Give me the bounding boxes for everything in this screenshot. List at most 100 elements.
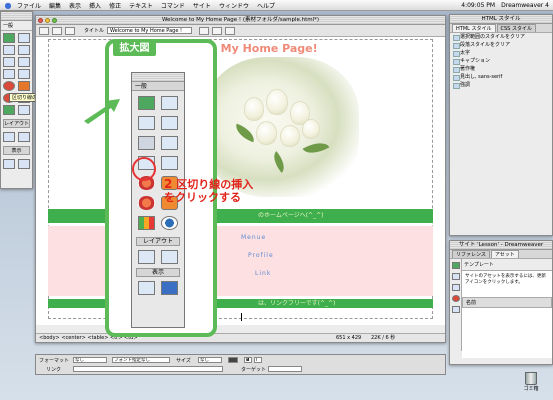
font-select[interactable]: フォント指定なし (112, 357, 170, 363)
trash-icon[interactable] (525, 372, 537, 385)
objects-layout-label: レイアウト (3, 119, 30, 128)
flash-asset-icon[interactable] (452, 295, 460, 302)
style-item[interactable]: 太字 (450, 49, 552, 57)
trash-label: ゴミ箱 (523, 386, 539, 392)
colors-asset-icon[interactable] (452, 273, 460, 280)
site-titlebar[interactable]: サイト 'Lesson' - Dreamweaver (450, 241, 552, 250)
menu-modify[interactable]: 修正 (105, 1, 125, 10)
style-item[interactable]: 段落スタイルをクリア (450, 41, 552, 49)
highlight-circle (132, 157, 156, 181)
trash[interactable]: ゴミ箱 (520, 372, 542, 392)
menu-window[interactable]: ウィンドウ (215, 1, 253, 10)
code-view-button[interactable] (39, 26, 49, 35)
zoomed-server-include-icon (161, 216, 178, 230)
size-select[interactable]: なし (198, 357, 222, 363)
insert-tabular-data-icon[interactable] (17, 45, 30, 55)
name-column-header[interactable]: 名前 (462, 297, 552, 308)
zoomed-line-break-icon (161, 156, 178, 170)
zoomed-draw-table-icon (161, 281, 178, 295)
insert-generator-icon[interactable] (3, 105, 15, 115)
urls-asset-icon[interactable] (452, 284, 460, 291)
link-field[interactable] (73, 366, 223, 372)
annotation-line1: 区切り線の挿入 (176, 178, 254, 191)
design-view-button[interactable] (65, 26, 75, 35)
zoomed-horizontal-rule-icon[interactable] (138, 136, 155, 150)
bold-button[interactable]: B (244, 357, 252, 363)
zoomed-rollover-icon (161, 96, 178, 110)
images-asset-icon[interactable] (452, 262, 460, 269)
format-select[interactable]: なし (73, 357, 107, 363)
preview-button[interactable] (212, 26, 223, 35)
tab-reference[interactable]: リファレンス (452, 250, 490, 258)
menu-edit[interactable]: 編集 (45, 1, 65, 10)
window-size[interactable]: 651 x 429 (336, 334, 361, 343)
italic-button[interactable]: I (254, 357, 262, 363)
minimize-icon[interactable] (45, 18, 50, 23)
menu-link-menue[interactable]: Menue (241, 234, 266, 241)
objects-panel-titlebar[interactable] (1, 12, 32, 21)
enlarged-view-title: 拡大図 (113, 42, 156, 56)
insert-table-icon[interactable] (3, 45, 15, 55)
document-toolbar: タイトル Welcome to My Home Page ! (36, 25, 445, 37)
style-item[interactable]: キャプション (450, 57, 552, 65)
insert-server-include-icon[interactable] (17, 105, 30, 115)
menu-link-link[interactable]: Link (255, 270, 271, 277)
draw-cell-icon[interactable] (3, 159, 15, 169)
html-styles-panel: HTML スタイル HTML スタイル CSS スタイル 選択範囲のスタイルをク… (449, 14, 553, 236)
style-item[interactable]: 選択範囲のスタイルをクリア (450, 33, 552, 41)
status-bar: <body> <center> <table> <tr> <td> 651 x … (36, 333, 445, 342)
document-titlebar[interactable]: Welcome to My Home Page ! (素材フォルダ/sample… (36, 16, 445, 25)
tab-html-styles[interactable]: HTML スタイル (452, 24, 496, 32)
close-icon[interactable] (38, 18, 43, 23)
flower-bouquet-image[interactable] (204, 57, 359, 197)
menu-text[interactable]: テキスト (125, 1, 157, 10)
zoomed-image-icon (138, 96, 155, 110)
menu-link-profile[interactable]: Profile (248, 252, 274, 259)
standard-view-icon[interactable] (3, 132, 15, 142)
split-view-button[interactable] (52, 26, 62, 35)
download-size: 22K / 6 秒 (371, 335, 396, 341)
menu-help[interactable]: ヘルプ (253, 1, 279, 10)
insert-navbar-icon[interactable] (17, 57, 30, 67)
target-select[interactable] (268, 366, 302, 372)
zoomed-navbar-icon (161, 136, 178, 150)
menu-site[interactable]: サイト (189, 1, 215, 10)
refresh-button[interactable] (225, 26, 236, 35)
file-status-button[interactable] (199, 26, 210, 35)
page-title-field[interactable]: Welcome to My Home Page ! (107, 27, 193, 34)
menu-commands[interactable]: コマンド (157, 1, 189, 10)
draw-table-icon[interactable] (17, 159, 30, 169)
menu-view[interactable]: 表示 (65, 1, 85, 10)
apple-icon[interactable]: ● (3, 1, 13, 10)
menu-bar: ● ファイル 編集 表示 挿入 修正 テキスト コマンド サイト ウィンドウ ヘ… (0, 0, 553, 11)
tab-css-styles[interactable]: CSS スタイル (496, 24, 536, 32)
insert-flash-icon[interactable] (3, 81, 15, 91)
size-label: サイズ (176, 358, 191, 364)
style-item[interactable]: 見出し, sans-serif (450, 73, 552, 81)
insert-line-break-icon[interactable] (17, 69, 30, 79)
site-assets-panel: サイト 'Lesson' - Dreamweaver リファレンス アセット テ… (449, 240, 553, 365)
style-item[interactable]: 著作権 (450, 65, 552, 73)
templates-asset-icon[interactable] (452, 306, 460, 313)
tab-assets[interactable]: アセット (490, 250, 519, 258)
menu-insert[interactable]: 挿入 (85, 1, 105, 10)
zoomed-category: 一般 (132, 82, 184, 91)
app-menu[interactable]: Dreamweaver 4 (501, 2, 549, 9)
insert-image-icon[interactable] (3, 33, 15, 43)
menu-file[interactable]: ファイル (13, 1, 45, 10)
insert-horizontal-rule-icon[interactable] (3, 57, 15, 67)
insert-rollover-icon[interactable] (17, 33, 30, 43)
assets-list[interactable] (462, 308, 552, 358)
zoomed-view-label: 表示 (136, 268, 180, 277)
objects-category[interactable]: 一般 (1, 21, 32, 31)
color-swatch[interactable] (228, 357, 238, 363)
layout-view-icon[interactable] (17, 132, 30, 142)
zoom-icon[interactable] (52, 18, 57, 23)
html-styles-titlebar[interactable]: HTML スタイル (450, 15, 552, 24)
insert-layer-icon[interactable] (3, 69, 15, 79)
insert-flash-button-icon[interactable] (17, 81, 30, 91)
annotation-number: 2 (164, 177, 173, 191)
style-item[interactable]: 強調 (450, 81, 552, 89)
text-cursor (241, 313, 242, 321)
template-label: テンプレート (462, 259, 552, 271)
